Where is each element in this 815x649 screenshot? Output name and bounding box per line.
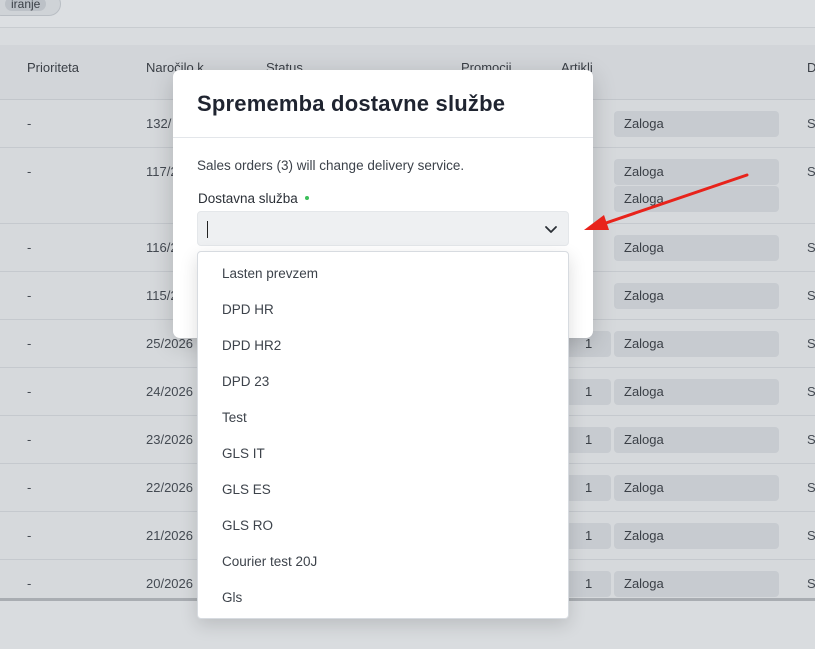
required-indicator-icon — [304, 196, 309, 200]
option-dpd-23[interactable]: DPD 23 — [222, 374, 269, 389]
row-order-number[interactable]: 132/ — [146, 116, 171, 131]
text-cursor — [207, 221, 208, 238]
row-priority: - — [27, 384, 32, 399]
stock-badge: Zaloga — [614, 427, 779, 453]
option-courier-test-20j[interactable]: Courier test 20J — [222, 554, 317, 569]
articles-count: 1 — [565, 427, 611, 453]
modal-description: Sales orders (3) will change delivery se… — [197, 158, 465, 173]
row-delivery: S — [807, 432, 815, 447]
annotation-arrow-icon — [584, 173, 749, 230]
row-delivery: S — [807, 116, 815, 131]
row-order-number[interactable]: 20/2026 — [146, 576, 193, 591]
toolbar-gap — [0, 29, 815, 45]
row-priority: - — [27, 576, 32, 591]
row-priority: - — [27, 336, 32, 351]
row-order-number[interactable]: 22/2026 — [146, 480, 193, 495]
option-gls-es[interactable]: GLS ES — [222, 482, 271, 497]
row-delivery: S — [807, 240, 815, 255]
stock-badge: Zaloga — [614, 379, 779, 405]
stock-badge: Zaloga — [614, 235, 779, 261]
stock-badge: Zaloga — [614, 523, 779, 549]
option-dpd-hr2[interactable]: DPD HR2 — [222, 338, 281, 353]
row-order-number[interactable]: 25/2026 — [146, 336, 193, 351]
modal-title: Sprememba dostavne službe — [197, 91, 506, 116]
filter-chip[interactable]: iranje — [0, 0, 62, 16]
stock-badge: Zaloga — [614, 331, 779, 357]
delivery-service-options: Lasten prevzem DPD HR DPD HR2 DPD 23 Tes… — [197, 251, 569, 619]
modal-header: Sprememba dostavne službe — [173, 70, 593, 138]
stock-badge: Zaloga — [614, 283, 779, 309]
row-priority: - — [27, 432, 32, 447]
row-priority: - — [27, 288, 32, 303]
header-priority[interactable]: Prioriteta — [27, 60, 79, 75]
chevron-down-icon[interactable] — [544, 223, 558, 235]
option-gls-it[interactable]: GLS IT — [222, 446, 265, 461]
row-priority: - — [27, 528, 32, 543]
stock-badge: Zaloga — [614, 571, 779, 597]
top-bar: iranje — [0, 0, 815, 28]
option-gls-ro[interactable]: GLS RO — [222, 518, 273, 533]
row-order-number[interactable]: 24/2026 — [146, 384, 193, 399]
delivery-service-label-text: Dostavna služba — [198, 191, 298, 206]
option-dpd-hr[interactable]: DPD HR — [222, 302, 274, 317]
row-delivery: S — [807, 288, 815, 303]
row-delivery: S — [807, 528, 815, 543]
row-priority: - — [27, 240, 32, 255]
option-gls[interactable]: Gls — [222, 590, 242, 605]
option-lasten-prevzem[interactable]: Lasten prevzem — [222, 266, 318, 281]
stock-badge: Zaloga — [614, 475, 779, 501]
articles-count: 1 — [565, 523, 611, 549]
filter-chip-label: iranje — [5, 0, 47, 11]
row-delivery: S — [807, 480, 815, 495]
header-delivery[interactable]: D — [807, 60, 815, 75]
delivery-service-select[interactable] — [197, 211, 569, 246]
row-delivery: S — [807, 336, 815, 351]
row-order-number[interactable]: 21/2026 — [146, 528, 193, 543]
row-order-number[interactable]: 23/2026 — [146, 432, 193, 447]
row-priority: - — [27, 480, 32, 495]
row-delivery: S — [807, 164, 815, 179]
articles-count: 1 — [565, 475, 611, 501]
delivery-service-label: Dostavna služba — [198, 191, 309, 206]
stock-badge: Zaloga — [614, 111, 779, 137]
articles-count: 1 — [565, 379, 611, 405]
articles-count: 1 — [565, 571, 611, 597]
row-delivery: S — [807, 576, 815, 591]
row-priority: - — [27, 164, 32, 179]
row-delivery: S — [807, 384, 815, 399]
row-priority: - — [27, 116, 32, 131]
option-test[interactable]: Test — [222, 410, 247, 425]
